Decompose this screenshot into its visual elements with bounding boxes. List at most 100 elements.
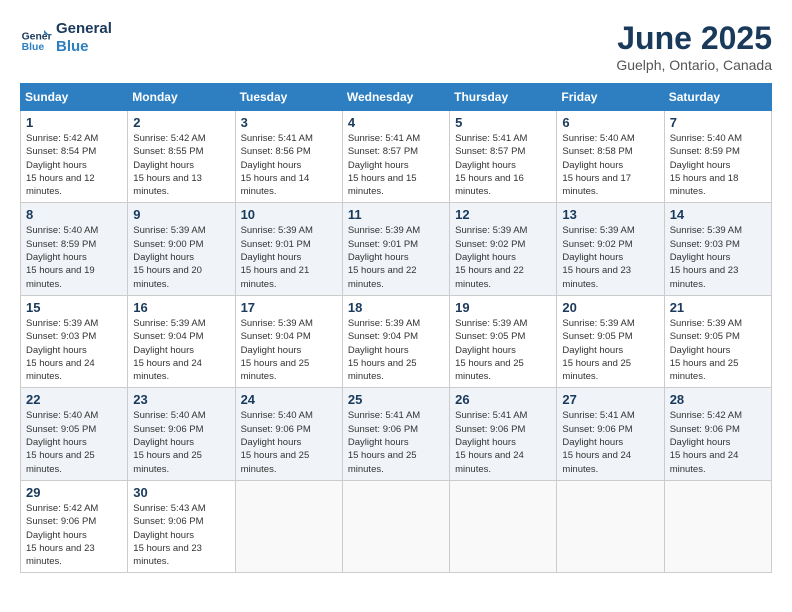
calendar-cell: 16 Sunrise: 5:39 AMSunset: 9:04 PMDayligh… — [128, 295, 235, 387]
day-info: Sunrise: 5:39 AMSunset: 9:01 PMDaylight … — [348, 224, 444, 290]
day-info: Sunrise: 5:39 AMSunset: 9:00 PMDaylight … — [133, 224, 229, 290]
logo-general: General — [56, 20, 112, 38]
calendar-cell: 7 Sunrise: 5:40 AMSunset: 8:59 PMDaylight… — [664, 111, 771, 203]
day-number: 22 — [26, 392, 122, 407]
day-number: 25 — [348, 392, 444, 407]
logo-icon: General Blue — [20, 22, 52, 54]
calendar-table: SundayMondayTuesdayWednesdayThursdayFrid… — [20, 83, 772, 573]
calendar-week-row: 29 Sunrise: 5:42 AMSunset: 9:06 PMDayligh… — [21, 480, 772, 572]
header-friday: Friday — [557, 84, 664, 111]
calendar-cell: 1Sunrise: 5:42 AMSunset: 8:54 PMDaylight… — [21, 111, 128, 203]
day-info: Sunrise: 5:40 AMSunset: 8:58 PMDaylight … — [562, 132, 658, 198]
day-info: Sunrise: 5:42 AMSunset: 9:06 PMDaylight … — [670, 409, 766, 475]
day-info: Sunrise: 5:42 AMSunset: 8:54 PMDaylight … — [26, 132, 122, 198]
day-info: Sunrise: 5:39 AMSunset: 9:02 PMDaylight … — [455, 224, 551, 290]
page-header: General Blue General Blue June 2025 Guel… — [20, 20, 772, 73]
calendar-cell: 4 Sunrise: 5:41 AMSunset: 8:57 PMDaylight… — [342, 111, 449, 203]
header-saturday: Saturday — [664, 84, 771, 111]
day-number: 20 — [562, 300, 658, 315]
location-title: Guelph, Ontario, Canada — [616, 57, 772, 73]
calendar-cell: 18 Sunrise: 5:39 AMSunset: 9:04 PMDayligh… — [342, 295, 449, 387]
calendar-cell: 2 Sunrise: 5:42 AMSunset: 8:55 PMDaylight… — [128, 111, 235, 203]
day-info: Sunrise: 5:40 AMSunset: 9:05 PMDaylight … — [26, 409, 122, 475]
day-number: 24 — [241, 392, 337, 407]
day-info: Sunrise: 5:39 AMSunset: 9:04 PMDaylight … — [241, 317, 337, 383]
calendar-cell: 13 Sunrise: 5:39 AMSunset: 9:02 PMDayligh… — [557, 203, 664, 295]
day-info: Sunrise: 5:39 AMSunset: 9:04 PMDaylight … — [133, 317, 229, 383]
svg-text:Blue: Blue — [22, 42, 45, 53]
svg-text:General: General — [22, 32, 52, 43]
day-info: Sunrise: 5:42 AMSunset: 8:55 PMDaylight … — [133, 132, 229, 198]
logo-blue: Blue — [56, 38, 112, 56]
day-info: Sunrise: 5:40 AMSunset: 8:59 PMDaylight … — [670, 132, 766, 198]
header-wednesday: Wednesday — [342, 84, 449, 111]
day-number: 7 — [670, 115, 766, 130]
day-info: Sunrise: 5:40 AMSunset: 9:06 PMDaylight … — [133, 409, 229, 475]
day-info: Sunrise: 5:39 AMSunset: 9:03 PMDaylight … — [26, 317, 122, 383]
day-number: 18 — [348, 300, 444, 315]
day-number: 4 — [348, 115, 444, 130]
day-number: 27 — [562, 392, 658, 407]
calendar-header-row: SundayMondayTuesdayWednesdayThursdayFrid… — [21, 84, 772, 111]
day-number: 16 — [133, 300, 229, 315]
calendar-week-row: 22 Sunrise: 5:40 AMSunset: 9:05 PMDayligh… — [21, 388, 772, 480]
day-info: Sunrise: 5:41 AMSunset: 8:57 PMDaylight … — [348, 132, 444, 198]
day-info: Sunrise: 5:41 AMSunset: 9:06 PMDaylight … — [348, 409, 444, 475]
calendar-cell: 27 Sunrise: 5:41 AMSunset: 9:06 PMDayligh… — [557, 388, 664, 480]
calendar-cell: 20Sunrise: 5:39 AMSunset: 9:05 PMDayligh… — [557, 295, 664, 387]
day-number: 29 — [26, 485, 122, 500]
day-number: 23 — [133, 392, 229, 407]
calendar-cell: 23 Sunrise: 5:40 AMSunset: 9:06 PMDayligh… — [128, 388, 235, 480]
calendar-week-row: 8Sunrise: 5:40 AMSunset: 8:59 PMDaylight… — [21, 203, 772, 295]
day-number: 5 — [455, 115, 551, 130]
day-number: 26 — [455, 392, 551, 407]
day-number: 3 — [241, 115, 337, 130]
calendar-cell: 21 Sunrise: 5:39 AMSunset: 9:05 PMDayligh… — [664, 295, 771, 387]
day-number: 10 — [241, 207, 337, 222]
day-number: 9 — [133, 207, 229, 222]
calendar-cell: 11 Sunrise: 5:39 AMSunset: 9:01 PMDayligh… — [342, 203, 449, 295]
month-title: June 2025 — [616, 20, 772, 57]
title-area: June 2025 Guelph, Ontario, Canada — [616, 20, 772, 73]
day-number: 2 — [133, 115, 229, 130]
day-number: 14 — [670, 207, 766, 222]
header-monday: Monday — [128, 84, 235, 111]
calendar-cell: 17Sunrise: 5:39 AMSunset: 9:04 PMDayligh… — [235, 295, 342, 387]
calendar-cell: 15Sunrise: 5:39 AMSunset: 9:03 PMDayligh… — [21, 295, 128, 387]
day-info: Sunrise: 5:41 AMSunset: 9:06 PMDaylight … — [562, 409, 658, 475]
day-info: Sunrise: 5:39 AMSunset: 9:05 PMDaylight … — [670, 317, 766, 383]
day-number: 6 — [562, 115, 658, 130]
day-number: 12 — [455, 207, 551, 222]
day-number: 8 — [26, 207, 122, 222]
day-info: Sunrise: 5:41 AMSunset: 9:06 PMDaylight … — [455, 409, 551, 475]
calendar-cell: 28Sunrise: 5:42 AMSunset: 9:06 PMDayligh… — [664, 388, 771, 480]
day-info: Sunrise: 5:42 AMSunset: 9:06 PMDaylight … — [26, 502, 122, 568]
day-info: Sunrise: 5:39 AMSunset: 9:04 PMDaylight … — [348, 317, 444, 383]
day-number: 13 — [562, 207, 658, 222]
calendar-cell — [450, 480, 557, 572]
day-number: 21 — [670, 300, 766, 315]
logo: General Blue General Blue — [20, 20, 112, 56]
calendar-cell: 26 Sunrise: 5:41 AMSunset: 9:06 PMDayligh… — [450, 388, 557, 480]
day-info: Sunrise: 5:39 AMSunset: 9:02 PMDaylight … — [562, 224, 658, 290]
calendar-cell: 25 Sunrise: 5:41 AMSunset: 9:06 PMDayligh… — [342, 388, 449, 480]
calendar-cell: 12 Sunrise: 5:39 AMSunset: 9:02 PMDayligh… — [450, 203, 557, 295]
calendar-cell: 5 Sunrise: 5:41 AMSunset: 8:57 PMDaylight… — [450, 111, 557, 203]
calendar-week-row: 1Sunrise: 5:42 AMSunset: 8:54 PMDaylight… — [21, 111, 772, 203]
day-info: Sunrise: 5:40 AMSunset: 9:06 PMDaylight … — [241, 409, 337, 475]
calendar-cell: 3Sunrise: 5:41 AMSunset: 8:56 PMDaylight… — [235, 111, 342, 203]
day-number: 11 — [348, 207, 444, 222]
calendar-cell: 10 Sunrise: 5:39 AMSunset: 9:01 PMDayligh… — [235, 203, 342, 295]
calendar-cell — [342, 480, 449, 572]
day-info: Sunrise: 5:39 AMSunset: 9:03 PMDaylight … — [670, 224, 766, 290]
calendar-cell — [664, 480, 771, 572]
day-info: Sunrise: 5:39 AMSunset: 9:01 PMDaylight … — [241, 224, 337, 290]
day-info: Sunrise: 5:39 AMSunset: 9:05 PMDaylight … — [455, 317, 551, 383]
calendar-week-row: 15Sunrise: 5:39 AMSunset: 9:03 PMDayligh… — [21, 295, 772, 387]
calendar-cell: 9 Sunrise: 5:39 AMSunset: 9:00 PMDaylight… — [128, 203, 235, 295]
calendar-cell: 6 Sunrise: 5:40 AMSunset: 8:58 PMDaylight… — [557, 111, 664, 203]
day-info: Sunrise: 5:41 AMSunset: 8:57 PMDaylight … — [455, 132, 551, 198]
day-number: 30 — [133, 485, 229, 500]
header-sunday: Sunday — [21, 84, 128, 111]
calendar-cell: 14 Sunrise: 5:39 AMSunset: 9:03 PMDayligh… — [664, 203, 771, 295]
